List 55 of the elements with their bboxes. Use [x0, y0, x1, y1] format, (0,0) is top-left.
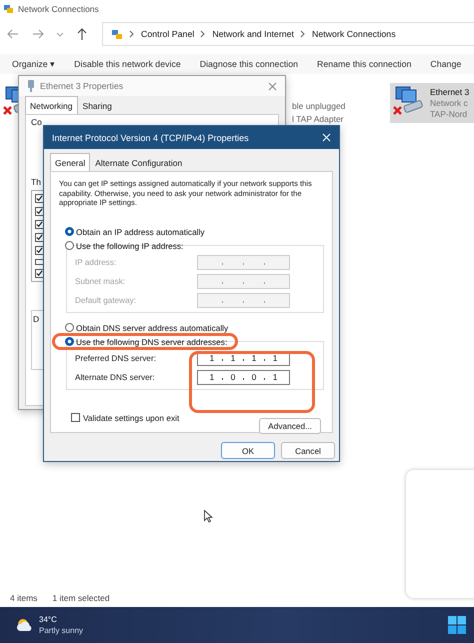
window-title: Network Connections [18, 4, 99, 14]
tab[interactable]: General [50, 153, 90, 171]
validate-checkbox[interactable]: Validate settings upon exit [71, 412, 180, 422]
forward-icon[interactable] [31, 27, 45, 41]
field-label: Subnet mask: [75, 276, 126, 286]
connection-detail: ble unplugged [292, 101, 346, 111]
chevron-right-icon [129, 30, 135, 38]
group-label: D [33, 314, 40, 324]
tab[interactable]: Alternate Configuration [90, 154, 188, 171]
advanced-button[interactable]: Advanced... [259, 418, 321, 434]
status-text: 1 item selected [52, 592, 110, 602]
adapter-icon [27, 80, 35, 92]
radio-button[interactable]: Use the following IP address: [65, 240, 324, 250]
ip-address-field[interactable]: 1 0 0 1 [197, 370, 290, 384]
field-label: IP address: [75, 258, 116, 266]
command-button[interactable]: Change [430, 59, 462, 69]
partly-sunny-icon [16, 618, 34, 632]
radio-button[interactable]: Obtain an IP address automatically [65, 226, 324, 236]
command-button[interactable]: Organize ▾ [12, 59, 56, 69]
section-label: Th [31, 177, 41, 187]
connection-item[interactable]: Ethernet 3 Network c TAP-Nord [390, 83, 474, 123]
connection-detail: l TAP Adapter [292, 114, 345, 124]
chevron-right-icon [300, 30, 306, 38]
network-icon [3, 4, 14, 14]
status-text: 4 items [10, 592, 38, 602]
command-button[interactable]: Disable this network device [74, 59, 181, 69]
field-label: Alternate DNS server: [75, 372, 155, 382]
radio-button[interactable]: Obtain DNS server address automatically [65, 322, 324, 332]
chevron-right-icon [200, 30, 206, 38]
weather-text[interactable]: Partly sunny [39, 626, 84, 635]
command-button[interactable]: Diagnose this connection [200, 59, 298, 69]
connection-detail: Network c [430, 98, 469, 108]
tab[interactable]: Sharing [78, 97, 117, 114]
dialog-title: Ethernet 3 Properties [40, 81, 124, 91]
breadcrumb-item[interactable]: Network Connections [312, 29, 396, 39]
temperature[interactable]: 34°C [39, 615, 84, 624]
dialog-title: Internet Protocol Version 4 (TCP/IPv4) Properties [52, 132, 249, 142]
command-button[interactable]: Rename this connection [317, 59, 412, 69]
ok-button[interactable]: OK [221, 442, 275, 459]
connection-name: Ethernet 3 [430, 87, 470, 97]
tab[interactable]: Networking [25, 96, 78, 114]
network-icon [111, 28, 123, 40]
cursor-icon [204, 510, 213, 523]
address-bar[interactable]: Control Panel Network and Internet Network Connections [102, 22, 474, 46]
breadcrumb-item[interactable]: Network and Internet [212, 29, 294, 39]
section-label: Co [31, 117, 42, 127]
up-icon[interactable] [75, 27, 89, 41]
breadcrumb-item[interactable]: Control Panel [141, 29, 194, 39]
connection-detail: TAP-Nord [430, 109, 468, 119]
cancel-button[interactable]: Cancel [281, 442, 335, 459]
field-label: Default gateway: [75, 296, 136, 304]
field-label: Preferred DNS server: [75, 354, 156, 362]
windows-logo-icon[interactable] [448, 616, 466, 634]
back-icon[interactable] [6, 27, 20, 41]
radio-button[interactable]: Use the following DNS server addresses: [65, 336, 324, 346]
